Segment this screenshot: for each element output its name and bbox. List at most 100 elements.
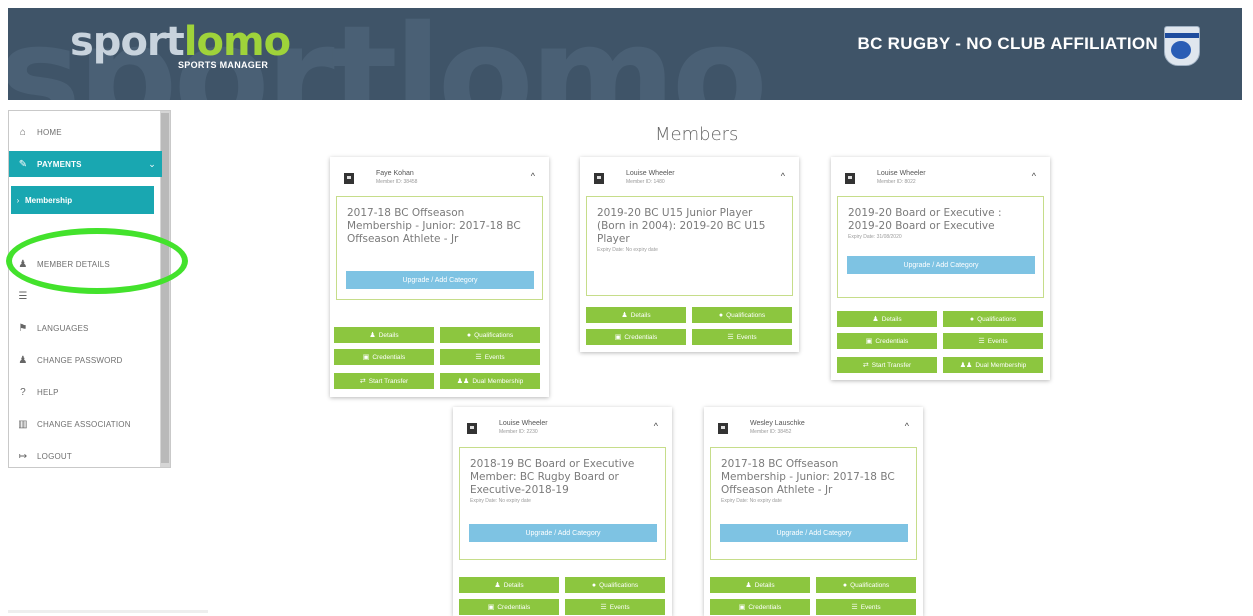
member-name: Faye Kohan [376,170,414,177]
credentials-button[interactable]: ▣ Credentials [459,599,559,615]
collapse-caret-icon[interactable]: ^ [1032,171,1036,181]
events-button[interactable]: ☰ Events [692,329,792,345]
sidebar-item-home[interactable]: ⌂ HOME [9,119,162,145]
badge-icon: ● [969,315,975,323]
badge-icon: ● [842,581,848,589]
membership-box: 2019-20 BC U15 Junior Player (Born in 20… [586,196,793,296]
credentials-button[interactable]: ▣ Credentials [334,349,434,365]
sidebar-item-languages[interactable]: ⚑ LANGUAGES [9,315,162,341]
users-icon: ♟♟ [456,378,470,385]
events-button[interactable]: ☰ Events [816,599,916,615]
user-icon: ♟ [369,332,376,339]
membership-title: 2017-18 BC Offseason Membership - Junior… [721,458,895,496]
qualifications-button-label: Qualifications [726,311,766,319]
membership-box: 2018-19 BC Board or Executive Member: BC… [459,447,666,560]
upgrade-category-button[interactable]: Upgrade / Add Category [346,271,534,289]
membership-title: 2017-18 BC Offseason Membership - Junior… [347,207,521,245]
member-card-header: Louise Wheeler Member ID: 8022 ^ [831,157,1050,197]
list-icon: ☰ [727,334,734,341]
id-card-icon [467,423,477,434]
user-icon: ♟ [621,312,628,319]
sidebar-item-change-password[interactable]: ♟ CHANGE PASSWORD [9,347,162,373]
start-transfer-button-label: Start Transfer [871,361,912,369]
credentials-button[interactable]: ▣ Credentials [837,333,937,349]
start-transfer-button[interactable]: ⇄ Start Transfer [334,373,434,389]
logout-icon: ↦ [18,450,28,462]
badge-icon: ● [718,311,724,319]
id-card-icon [718,423,728,434]
events-button[interactable]: ☰ Events [440,349,540,365]
highlight-callout-ellipse [6,228,188,294]
details-button[interactable]: ♟ Details [334,327,434,343]
sidebar-item-logout[interactable]: ↦ LOGOUT [9,443,162,469]
sidebar-item-label: PAYMENTS [37,159,82,169]
start-transfer-button[interactable]: ⇄ Start Transfer [837,357,937,373]
page-title: Members [655,124,739,145]
events-button[interactable]: ☰ Events [943,333,1043,349]
upgrade-category-button[interactable]: Upgrade / Add Category [469,524,657,542]
question-icon: ? [20,386,26,398]
bottom-divider [8,610,208,613]
credentials-button-label: Credentials [372,353,406,361]
collapse-caret-icon[interactable]: ^ [781,171,785,181]
details-button[interactable]: ♟ Details [710,577,810,593]
scrollbar-thumb[interactable] [161,113,169,463]
collapse-caret-icon[interactable]: ^ [654,421,658,431]
member-name: Louise Wheeler [626,170,675,177]
bc-rugby-crest-icon [1164,26,1200,66]
qualifications-button-label: Qualifications [474,331,514,339]
membership-box: 2019-20 Board or Executive : 2019-20 Boa… [837,196,1044,298]
credentials-button[interactable]: ▣ Credentials [710,599,810,615]
dual-membership-button[interactable]: ♟♟ Dual Membership [943,357,1043,373]
qualifications-button[interactable]: ● Qualifications [943,311,1043,327]
user-icon: ♟ [494,582,501,589]
sportlomo-logo[interactable]: sportlomo SPORTS MANAGER [70,22,291,70]
sidebar-item-help[interactable]: ? HELP [9,379,162,405]
details-button[interactable]: ♟ Details [586,307,686,323]
sidebar-subitem-membership[interactable]: › Membership [11,186,154,214]
qualifications-button-label: Qualifications [977,315,1017,323]
dual-membership-button[interactable]: ♟♟ Dual Membership [440,373,540,389]
id-card-icon: ▣ [614,334,622,341]
qualifications-button[interactable]: ● Qualifications [816,577,916,593]
organization-title: BC RUGBY - NO CLUB AFFILIATION [857,34,1158,53]
events-button-label: Events [860,603,881,611]
upgrade-category-button[interactable]: Upgrade / Add Category [847,256,1035,274]
collapse-caret-icon[interactable]: ^ [531,171,535,181]
member-card: Louise Wheeler Member ID: 1480 ^ 2019-20… [580,157,799,352]
member-card-header: Louise Wheeler Member ID: 2230 ^ [453,407,672,447]
events-button[interactable]: ☰ Events [565,599,665,615]
sidebar-item-label: HELP [37,387,59,397]
id-card-icon [845,173,855,184]
chevron-down-icon: ⌄ [148,158,156,169]
member-card: Wesley Lauschke Member ID: 38452 ^ 2017-… [704,407,923,616]
sidebar-item-label: LANGUAGES [37,323,89,333]
sidebar-item-payments[interactable]: ✎ PAYMENTS ⌄ [9,151,162,177]
expiry-date: Expiry Date: No expiry date [470,498,531,504]
qualifications-button[interactable]: ● Qualifications [692,307,792,323]
membership-title: 2018-19 BC Board or Executive Member: BC… [470,458,635,496]
member-card: Louise Wheeler Member ID: 2230 ^ 2018-19… [453,407,672,616]
upgrade-category-button[interactable]: Upgrade / Add Category [720,524,908,542]
chevron-right-icon: › [16,195,20,205]
member-name: Louise Wheeler [499,420,548,427]
qualifications-button[interactable]: ● Qualifications [565,577,665,593]
credentials-button-label: Credentials [748,603,782,611]
member-card-header: Wesley Lauschke Member ID: 38452 ^ [704,407,923,447]
details-button-label: Details [881,315,902,323]
credentials-button[interactable]: ▣ Credentials [586,329,686,345]
qualifications-button[interactable]: ● Qualifications [440,327,540,343]
member-id: Member ID: 38452 [750,429,792,435]
sidebar-item-label: LOGOUT [37,451,72,461]
details-button[interactable]: ♟ Details [459,577,559,593]
details-button[interactable]: ♟ Details [837,311,937,327]
transfer-icon: ⇄ [862,362,869,369]
member-id: Member ID: 1480 [626,179,665,185]
collapse-caret-icon[interactable]: ^ [905,421,909,431]
sidebar-item-label: CHANGE PASSWORD [37,355,123,365]
badge-icon: ● [591,581,597,589]
flag-icon: ⚑ [18,322,28,334]
home-icon: ⌂ [19,126,27,138]
sidebar-item-change-association[interactable]: ▥ CHANGE ASSOCIATION [9,411,162,437]
id-card-icon [594,173,604,184]
